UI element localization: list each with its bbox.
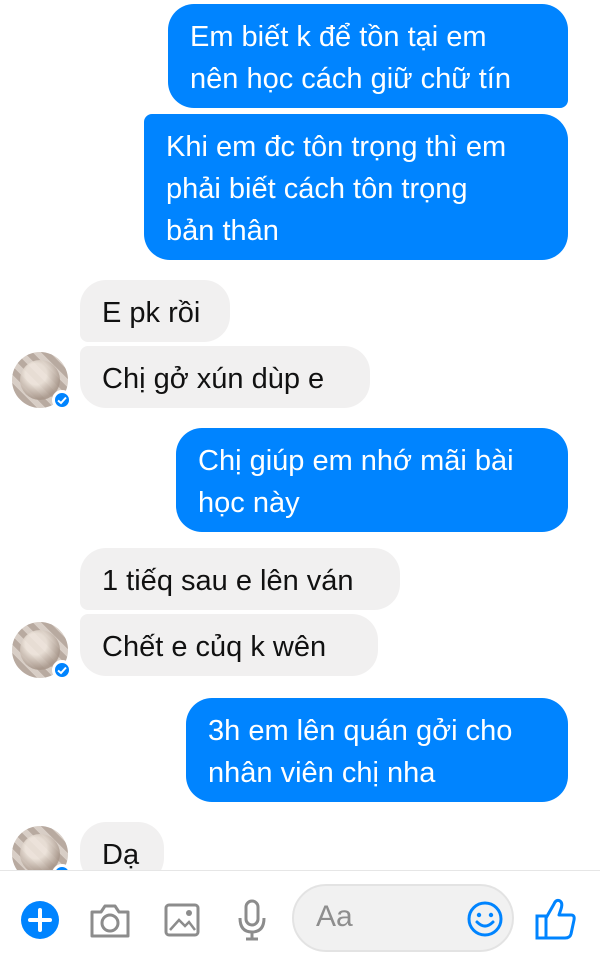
camera-icon[interactable] [88, 900, 132, 945]
verified-badge-icon [52, 660, 72, 680]
message-bubble-incoming[interactable]: Chết e củq k wên [80, 614, 378, 676]
avatar-image [20, 834, 60, 870]
plus-icon[interactable] [20, 900, 60, 945]
verified-badge-icon [52, 390, 72, 410]
message-bubble-outgoing[interactable]: 3h em lên quán gởi cho nhân viên chị nha [186, 698, 568, 802]
message-bubble-outgoing[interactable]: Khi em đc tôn trọng thì em phải biết các… [144, 114, 568, 260]
message-bubble-outgoing[interactable]: Em biết k để tồn tại em nên học cách giữ… [168, 4, 568, 108]
emoji-icon[interactable] [466, 900, 504, 943]
message-input[interactable]: Aa [292, 884, 514, 952]
contact-avatar[interactable] [12, 622, 72, 680]
message-thread[interactable]: Em biết k để tồn tại em nên học cách giữ… [0, 0, 600, 870]
message-bubble-incoming[interactable]: 1 tiếq sau e lên ván [80, 548, 400, 610]
microphone-icon[interactable] [236, 898, 268, 947]
contact-avatar[interactable] [12, 826, 72, 870]
message-bubble-incoming[interactable]: Chị gở xún dùp e [80, 346, 370, 408]
contact-avatar[interactable] [12, 352, 72, 410]
message-bubble-incoming[interactable]: Dạ [80, 822, 164, 870]
message-bubble-outgoing[interactable]: Chị giúp em nhớ mãi bài học này [176, 428, 568, 532]
thumbs-up-icon[interactable] [534, 896, 578, 947]
message-bubble-incoming[interactable]: E pk rồi [80, 280, 230, 342]
message-input-placeholder: Aa [316, 900, 353, 933]
image-icon[interactable] [162, 900, 202, 945]
